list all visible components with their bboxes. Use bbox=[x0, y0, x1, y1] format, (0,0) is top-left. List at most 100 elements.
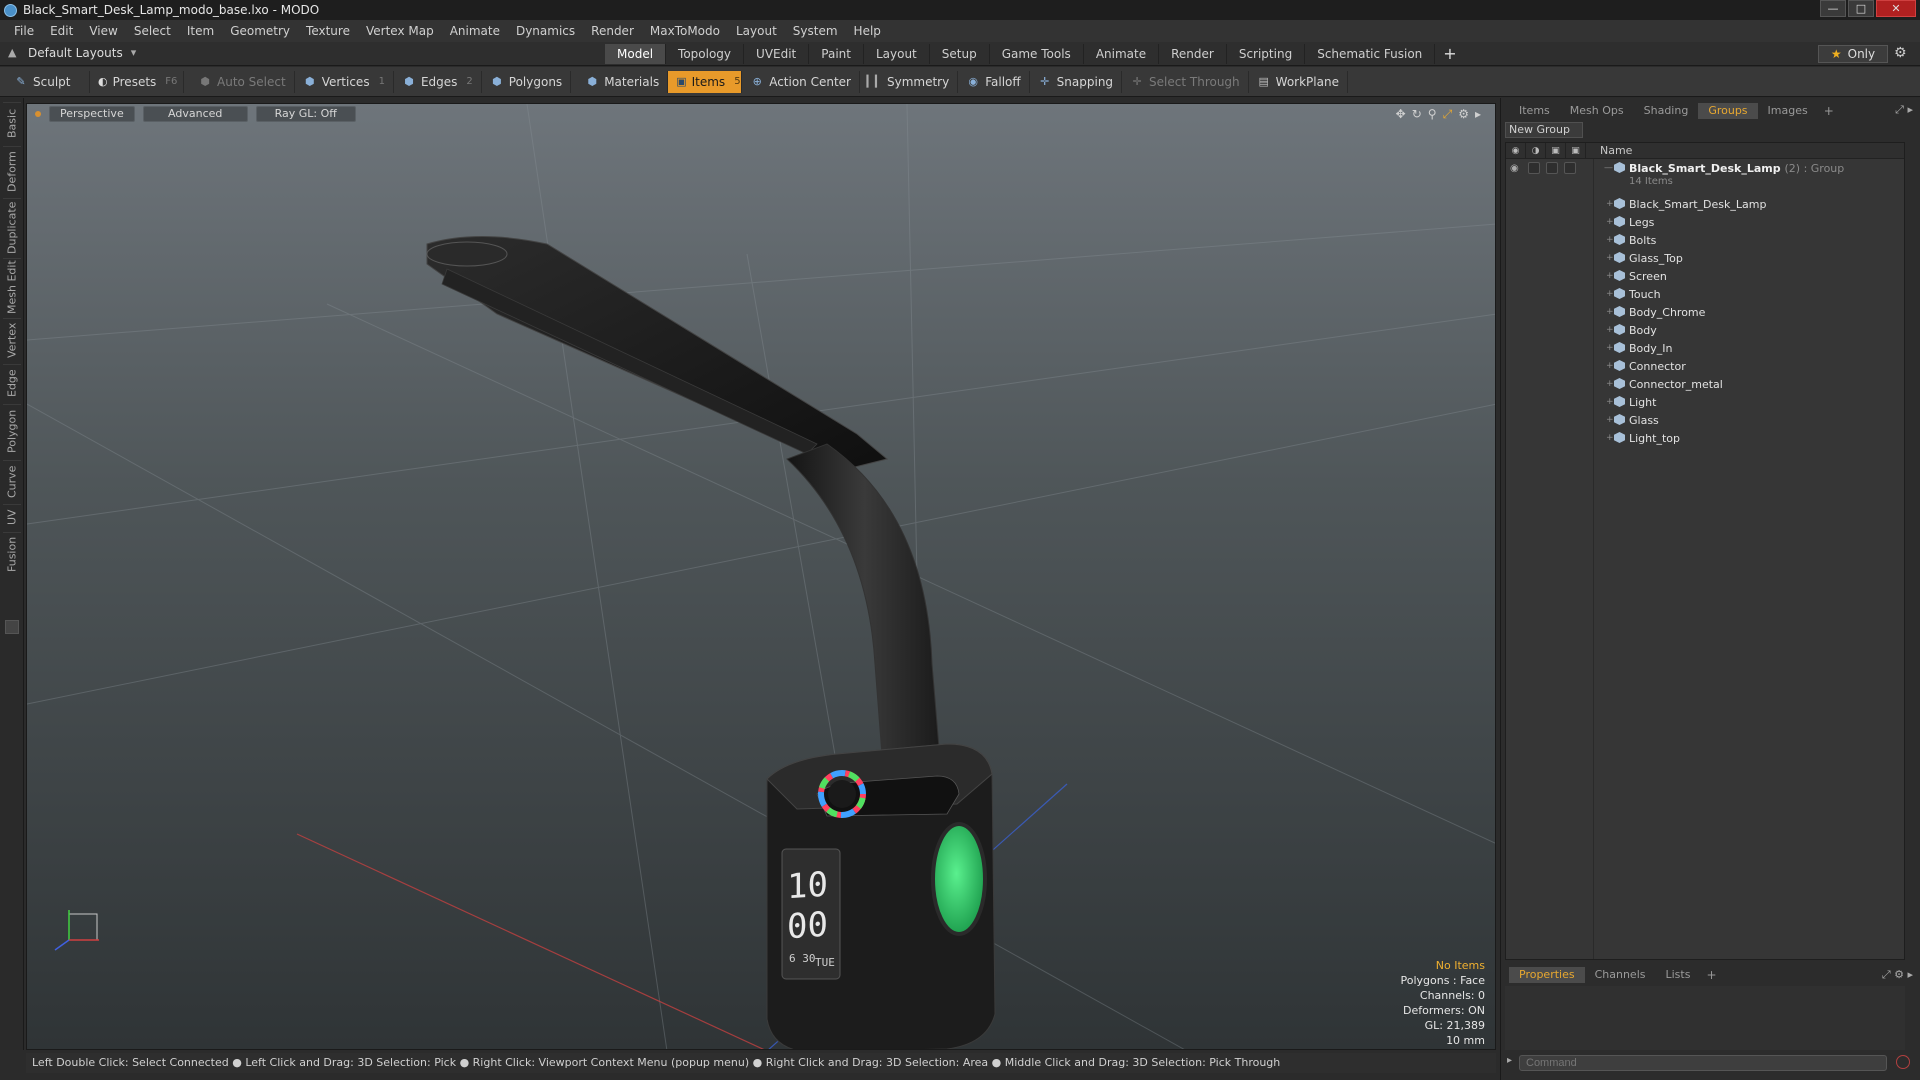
expand-icon[interactable]: + bbox=[1606, 271, 1614, 281]
menu-geometry[interactable]: Geometry bbox=[222, 24, 298, 38]
vtab-deform[interactable]: Deform bbox=[3, 146, 21, 196]
eye-icon[interactable]: ◉ bbox=[1510, 163, 1519, 174]
menu-texture[interactable]: Texture bbox=[298, 24, 358, 38]
toolbox-toggle[interactable] bbox=[5, 620, 19, 634]
sculpt-button[interactable]: ✎ Sculpt bbox=[6, 70, 90, 93]
expand-icon[interactable]: + bbox=[1606, 379, 1614, 389]
lock-toggle[interactable] bbox=[1546, 162, 1558, 174]
menu-layout[interactable]: Layout bbox=[728, 24, 785, 38]
perspective-button[interactable]: Perspective bbox=[49, 106, 135, 122]
tab-animate[interactable]: Animate bbox=[1084, 44, 1160, 64]
tab-images[interactable]: Images bbox=[1758, 103, 1818, 119]
list-item[interactable]: + Glass bbox=[1506, 411, 1904, 429]
vtab-uv[interactable]: UV bbox=[3, 504, 21, 530]
render-column-icon[interactable]: ◑ bbox=[1526, 142, 1546, 159]
expand-icon[interactable]: + bbox=[1606, 235, 1614, 245]
vtab-fusion[interactable]: Fusion bbox=[3, 532, 21, 576]
gear-icon[interactable]: ⚙ bbox=[1894, 45, 1907, 61]
list-item[interactable]: + Body_In bbox=[1506, 339, 1904, 357]
menu-edit[interactable]: Edit bbox=[42, 24, 81, 38]
lock-column-icon[interactable]: ▣ bbox=[1546, 142, 1566, 159]
expand-icon[interactable]: + bbox=[1606, 415, 1614, 425]
menu-animate[interactable]: Animate bbox=[442, 24, 508, 38]
add-properties-tab-button[interactable]: + bbox=[1700, 968, 1722, 982]
action-center-button[interactable]: ⊕ Action Center bbox=[742, 70, 860, 93]
workplane-button[interactable]: ▤ WorkPlane bbox=[1249, 70, 1348, 93]
list-item[interactable]: + Body bbox=[1506, 321, 1904, 339]
expand-icon[interactable]: + bbox=[1606, 343, 1614, 353]
command-stop-icon[interactable] bbox=[1896, 1055, 1910, 1069]
layout-up-icon[interactable]: ▲ bbox=[8, 47, 20, 59]
tab-model[interactable]: Model bbox=[605, 44, 667, 64]
tab-uvedit[interactable]: UVEdit bbox=[744, 44, 810, 64]
3d-viewport[interactable]: 10 00 6 30 TUE Perspective Advanced Ray … bbox=[26, 103, 1496, 1050]
tab-channels[interactable]: Channels bbox=[1585, 967, 1656, 983]
add-tab-button[interactable]: + bbox=[1435, 44, 1464, 64]
vtab-curve[interactable]: Curve bbox=[3, 460, 21, 502]
list-item[interactable]: + Glass_Top bbox=[1506, 249, 1904, 267]
viewport-expand-icon[interactable]: ▸ bbox=[1475, 107, 1481, 122]
tab-topology[interactable]: Topology bbox=[666, 44, 745, 64]
list-item[interactable]: + Connector bbox=[1506, 357, 1904, 375]
menu-item[interactable]: Item bbox=[179, 24, 222, 38]
list-item[interactable]: + Black_Smart_Desk_Lamp bbox=[1506, 195, 1904, 213]
items-button[interactable]: ▣ Items 5 bbox=[668, 70, 743, 93]
viewport-gear-icon[interactable]: ⚙ bbox=[1458, 107, 1469, 122]
list-item[interactable]: + Light bbox=[1506, 393, 1904, 411]
list-item[interactable]: + Screen bbox=[1506, 267, 1904, 285]
tab-layout[interactable]: Layout bbox=[864, 44, 930, 64]
only-button[interactable]: ★ Only bbox=[1818, 45, 1888, 63]
presets-button[interactable]: ◐ Presets F6 bbox=[90, 70, 184, 93]
menu-file[interactable]: File bbox=[6, 24, 42, 38]
tab-shading[interactable]: Shading bbox=[1634, 103, 1699, 119]
vtab-basic[interactable]: Basic bbox=[3, 102, 21, 144]
name-column-header[interactable]: Name bbox=[1586, 144, 1632, 157]
select-through-button[interactable]: ✛ Select Through bbox=[1122, 70, 1249, 93]
expand-icon[interactable]: + bbox=[1606, 289, 1614, 299]
tab-setup[interactable]: Setup bbox=[930, 44, 990, 64]
vtab-duplicate[interactable]: Duplicate bbox=[3, 198, 21, 256]
command-arrow-icon[interactable]: ▸ bbox=[1507, 1055, 1512, 1066]
collapse-icon[interactable]: — bbox=[1604, 163, 1613, 173]
properties-expand-icon[interactable]: ⤢ ⚙ ▸ bbox=[1882, 968, 1913, 982]
rotate-view-icon[interactable]: ↻ bbox=[1412, 107, 1422, 122]
tab-groups[interactable]: Groups bbox=[1698, 103, 1758, 119]
symmetry-button[interactable]: ▎▎ Symmetry bbox=[860, 70, 959, 93]
list-item[interactable]: + Light_top bbox=[1506, 429, 1904, 447]
group-row[interactable]: ◉ — Black_Smart_Desk_Lamp (2) : Group bbox=[1506, 159, 1904, 177]
tab-items[interactable]: Items bbox=[1509, 103, 1560, 119]
expand-icon[interactable]: + bbox=[1606, 199, 1614, 209]
edges-button[interactable]: ⬢ Edges 2 bbox=[394, 70, 482, 93]
minimize-icon[interactable]: — bbox=[1820, 0, 1846, 17]
command-input[interactable] bbox=[1519, 1055, 1887, 1071]
expand-icon[interactable]: + bbox=[1606, 361, 1614, 371]
add-panel-tab-button[interactable]: + bbox=[1818, 104, 1840, 118]
raygl-button[interactable]: Ray GL: Off bbox=[255, 106, 356, 122]
tab-properties[interactable]: Properties bbox=[1509, 967, 1585, 983]
tab-mesh-ops[interactable]: Mesh Ops bbox=[1560, 103, 1634, 119]
menu-dynamics[interactable]: Dynamics bbox=[508, 24, 583, 38]
visibility-column-icon[interactable]: ◉ bbox=[1506, 142, 1526, 159]
fit-view-icon[interactable]: ⤢ bbox=[1443, 107, 1453, 122]
list-item[interactable]: + Touch bbox=[1506, 285, 1904, 303]
render-toggle[interactable] bbox=[1528, 162, 1540, 174]
expand-icon[interactable]: + bbox=[1606, 253, 1614, 263]
scene-canvas[interactable] bbox=[27, 104, 1496, 1050]
move-view-icon[interactable]: ✥ bbox=[1396, 107, 1406, 122]
list-item[interactable]: + Body_Chrome bbox=[1506, 303, 1904, 321]
vertices-button[interactable]: ⬢ Vertices 1 bbox=[295, 70, 394, 93]
snapping-button[interactable]: ✛ Snapping bbox=[1030, 70, 1123, 93]
expand-icon[interactable]: + bbox=[1606, 217, 1614, 227]
new-group-button[interactable]: New Group bbox=[1505, 122, 1583, 138]
materials-button[interactable]: ⬢ Materials bbox=[577, 70, 669, 93]
vtab-edge[interactable]: Edge bbox=[3, 364, 21, 402]
maximize-icon[interactable]: □ bbox=[1848, 0, 1874, 17]
list-item[interactable]: + Bolts bbox=[1506, 231, 1904, 249]
menu-render[interactable]: Render bbox=[583, 24, 642, 38]
layout-dropdown[interactable]: ▲ Default Layouts ▾ bbox=[8, 46, 143, 60]
tab-scripting[interactable]: Scripting bbox=[1227, 44, 1306, 64]
tab-paint[interactable]: Paint bbox=[809, 44, 864, 64]
menu-help[interactable]: Help bbox=[846, 24, 889, 38]
auto-select-button[interactable]: ⬢ Auto Select bbox=[190, 70, 295, 93]
panel-expand-icon[interactable]: ⤢ ▸ bbox=[1895, 103, 1913, 117]
